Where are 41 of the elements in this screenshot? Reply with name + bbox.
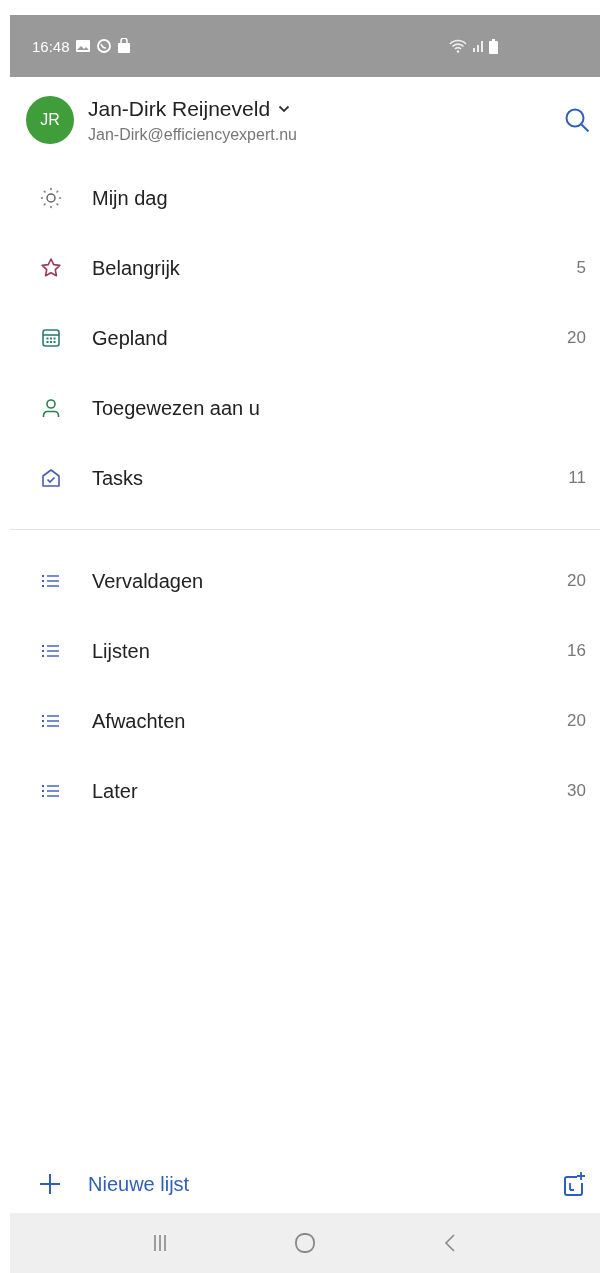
house-check-icon <box>40 467 62 489</box>
account-name[interactable]: Jan-Dirk Reijneveld <box>88 96 271 121</box>
signal-icon <box>472 39 484 53</box>
new-list-button[interactable]: Nieuwe lijst <box>38 1172 562 1196</box>
list-label[interactable]: Afwachten <box>92 709 568 733</box>
count-label: 11 <box>568 468 586 488</box>
calendar-icon <box>40 327 62 349</box>
list-label[interactable]: Gepland <box>92 326 568 350</box>
search-icon[interactable] <box>564 107 590 133</box>
new-group-icon[interactable] <box>562 1171 586 1197</box>
wifi-icon <box>449 39 467 53</box>
person-icon <box>40 397 62 419</box>
list-label[interactable]: Belangrijk <box>92 256 577 280</box>
list-label[interactable]: Mijn dag <box>92 186 586 210</box>
count-label: 20 <box>567 571 586 591</box>
list-label[interactable]: Vervaldagen <box>92 569 568 593</box>
list-label[interactable]: Toegewezen aan u <box>92 396 586 420</box>
list-icon <box>41 573 61 589</box>
sun-icon <box>40 187 62 209</box>
list-icon <box>41 783 61 799</box>
back-icon[interactable] <box>442 1232 457 1254</box>
account-email: Jan-Dirk@efficiencyexpert.nu <box>88 125 298 144</box>
count-label: 16 <box>567 641 586 661</box>
home-icon[interactable] <box>294 1232 316 1254</box>
list-icon <box>41 713 61 729</box>
star-icon <box>40 257 62 279</box>
count-label: 20 <box>567 328 586 348</box>
plus-icon <box>38 1172 62 1196</box>
count-label: 20 <box>567 711 586 731</box>
chat-icon <box>95 38 112 54</box>
image-icon <box>74 39 91 53</box>
list-label[interactable]: Lijsten <box>92 639 568 663</box>
list-icon <box>41 643 61 659</box>
count-label: 5 <box>576 258 586 278</box>
bag-icon <box>116 38 131 54</box>
list-label[interactable]: Tasks <box>92 466 569 490</box>
battery-icon <box>489 38 498 54</box>
count-label: 30 <box>567 781 586 801</box>
list-label[interactable]: Later <box>92 779 568 803</box>
status-time: 16:48 <box>32 37 70 55</box>
chevron-icon[interactable] <box>278 104 291 113</box>
